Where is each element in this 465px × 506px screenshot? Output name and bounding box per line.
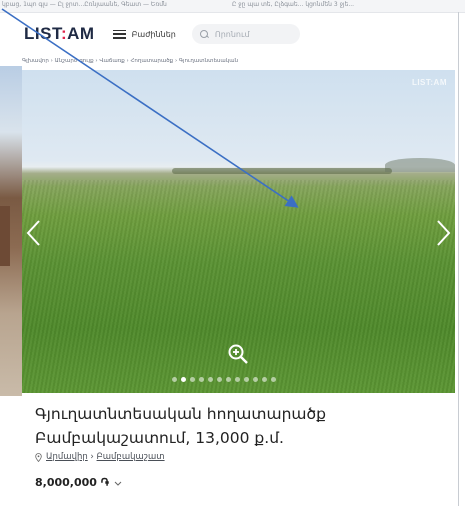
location-pin-icon (35, 452, 42, 462)
categories-menu-button[interactable]: Բաժիններ (112, 29, 176, 39)
zoom-in-icon[interactable] (227, 343, 249, 365)
listing-location: Արմավիր › Բամբակաշատ (35, 452, 165, 462)
photo-dot[interactable] (235, 377, 240, 382)
listing-title: Գյուղատնտեսական հողատարածք Բամբակաշատում… (35, 405, 327, 447)
categories-menu-label: Բաժիններ (131, 29, 176, 39)
photo-dot[interactable] (208, 377, 213, 382)
location-region-link[interactable]: Արմավիր (46, 452, 88, 462)
photo-dot[interactable] (181, 377, 186, 382)
hamburger-icon (112, 29, 126, 39)
search-box[interactable] (191, 24, 300, 44)
search-icon (199, 29, 209, 39)
next-photo-arrow-icon[interactable] (433, 218, 453, 248)
photo-dot[interactable] (253, 377, 258, 382)
window-border (458, 12, 459, 506)
photo-pagination-dots (172, 377, 276, 382)
photo-dot[interactable] (199, 377, 204, 382)
search-input[interactable] (212, 28, 297, 40)
listing-price: 8,000,000 ֏ (35, 476, 122, 490)
site-header: LIST:AM Բաժիններ (22, 20, 458, 48)
listing-photo-gallery[interactable]: LIST:AM (22, 70, 455, 393)
photo-dot[interactable] (244, 377, 249, 382)
top-strip-text-left: կբաց, 1պո գլս — Ըլ ջրտ...Ըռնյաանե, Գեատ … (2, 1, 167, 8)
photo-watermark: LIST:AM (411, 78, 447, 87)
chevron-down-icon[interactable] (114, 481, 122, 486)
photo-dot[interactable] (190, 377, 195, 382)
photo-dot[interactable] (217, 377, 222, 382)
location-city-link[interactable]: Բամբակաշատ (97, 452, 165, 462)
photo-dot[interactable] (262, 377, 267, 382)
photo-dot[interactable] (226, 377, 231, 382)
top-strip-text-right: Ը ջը պա տե, Ըլձգաե... կցոնմեն 3 ջյե... (232, 1, 355, 8)
location-separator: › (87, 452, 97, 462)
breadcrumb[interactable]: Գլխավոր › Անշարժ գույք › Վաճառք › Հողատա… (22, 58, 238, 64)
previous-photo-arrow-icon[interactable] (24, 218, 44, 248)
browser-top-strip: կբաց, 1պո գլս — Ըլ ջրտ...Ըռնյաանե, Գեատ … (0, 0, 465, 13)
photo-dot[interactable] (271, 377, 276, 382)
listam-logo[interactable]: LIST:AM (24, 24, 95, 44)
background-photo-sliver (0, 66, 22, 396)
price-value: 8,000,000 ֏ (35, 476, 109, 489)
photo-dot[interactable] (172, 377, 177, 382)
